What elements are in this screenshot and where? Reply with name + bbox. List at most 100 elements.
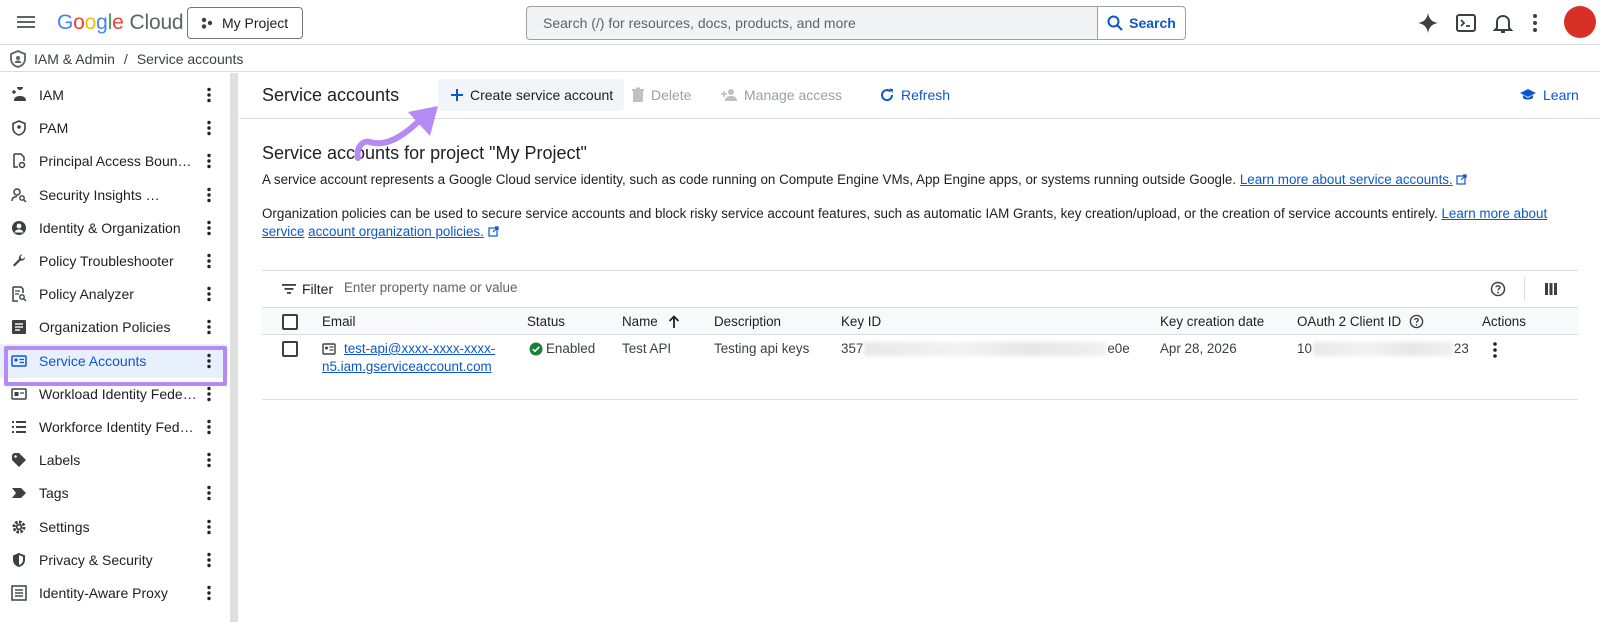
sidebar-item-tags[interactable]: Tags [0, 476, 228, 510]
help-icon[interactable] [1490, 281, 1506, 297]
sidebar-item-label: Identity-Aware Proxy [39, 585, 168, 601]
sidebar-item-policy-troubleshooter[interactable]: Policy Troubleshooter [0, 244, 228, 278]
person-add-icon [12, 87, 26, 101]
sidebar-item-identity-organization[interactable]: Identity & Organization [0, 211, 228, 245]
more-vert-icon[interactable] [203, 452, 215, 468]
person-search-icon [11, 187, 27, 203]
sidebar-item-organization-policies[interactable]: Organization Policies [0, 310, 228, 344]
column-header-oauth-client-id[interactable]: OAuth 2 Client ID [1297, 314, 1424, 329]
table-header: Email Status Name Description Key ID Key… [262, 307, 1578, 335]
sidebar-item-policy-analyzer[interactable]: Policy Analyzer [0, 277, 228, 311]
divider [1524, 277, 1525, 301]
more-vert-icon[interactable] [203, 286, 215, 302]
sidebar-item-privacy-security[interactable]: Privacy & Security [0, 543, 228, 577]
row-actions-more-vert-icon[interactable] [1491, 341, 1499, 359]
filter-input[interactable] [344, 280, 844, 295]
service-account-icon [322, 342, 336, 355]
select-all-checkbox[interactable] [282, 314, 298, 330]
sidebar-item-workforce-identity-fed[interactable]: Workforce Identity Fed… [0, 410, 228, 444]
column-header-name[interactable]: Name [622, 314, 680, 329]
search-button[interactable]: Search [1097, 7, 1185, 39]
breadcrumb-root[interactable]: IAM & Admin [34, 51, 115, 67]
manage-access-button[interactable]: Manage access [720, 79, 842, 111]
more-vert-icon[interactable] [203, 220, 215, 236]
account-circle-icon [12, 220, 26, 235]
sidebar-item-label: Security Insights … [39, 186, 160, 203]
settings-gear-icon [12, 520, 26, 534]
more-vert-icon[interactable] [203, 552, 215, 568]
filter-button[interactable]: Filter [282, 281, 333, 297]
notifications-icon[interactable] [1492, 12, 1514, 34]
key-creation-date-cell: Apr 28, 2026 [1160, 341, 1237, 356]
service-account-email-link[interactable]: test-api@xxxx-xxxx-xxxx- [344, 341, 495, 356]
sidebar-item-pam[interactable]: PAM [0, 111, 228, 145]
more-vert-icon[interactable] [203, 187, 215, 203]
column-header-status[interactable]: Status [527, 314, 565, 329]
external-link-icon [1456, 174, 1468, 185]
top-bar: Google Cloud My Project Search [0, 0, 1600, 45]
service-account-email-link-line2[interactable]: n5.iam.gserviceaccount.com [322, 359, 492, 374]
redacted-client-id [1312, 342, 1453, 357]
sidebar-scrollbar[interactable] [230, 73, 238, 622]
more-vert-icon[interactable] [203, 319, 215, 335]
more-vert-icon[interactable] [203, 419, 215, 435]
sidebar-item-iam[interactable]: IAM [0, 78, 228, 112]
more-vert-icon[interactable] [203, 519, 215, 535]
more-vert-icon[interactable] [203, 120, 215, 136]
sidebar-item-security-insights[interactable]: Security Insights … [0, 178, 228, 212]
sidebar-item-label: IAM [39, 87, 64, 103]
privacy-shield-icon [13, 552, 25, 567]
more-vert-icon[interactable] [203, 153, 215, 169]
learn-more-org-policies-link-part2[interactable]: account organization policies. [308, 224, 484, 239]
sidebar-item-labels[interactable]: Labels [0, 443, 228, 477]
column-header-key-id[interactable]: Key ID [841, 314, 881, 329]
gemini-sparkle-icon[interactable] [1417, 12, 1439, 34]
breadcrumb: IAM & Admin / Service accounts [0, 46, 1600, 72]
project-picker-button[interactable]: My Project [187, 7, 303, 39]
sidebar-item-label: Policy Troubleshooter [39, 253, 174, 269]
trash-icon [632, 87, 644, 102]
sidebar-item-label: Policy Analyzer [39, 286, 134, 303]
learn-button[interactable]: Learn [1519, 79, 1579, 111]
google-cloud-logo[interactable]: Google Cloud [57, 11, 184, 35]
sidebar-item-label: Identity & Organization [39, 219, 181, 236]
sidebar-item-label: Principal Access Boun… [39, 153, 192, 170]
column-header-key-creation-date[interactable]: Key creation date [1160, 314, 1264, 329]
column-header-email[interactable]: Email [322, 314, 355, 329]
menu-icon[interactable] [16, 12, 36, 32]
filter-list-icon [282, 284, 296, 294]
more-vert-icon[interactable] [1530, 12, 1540, 34]
search-icon [1107, 15, 1123, 31]
sidebar-item-identity-aware-proxy[interactable]: Identity-Aware Proxy [0, 576, 228, 610]
refresh-button[interactable]: Refresh [879, 79, 950, 111]
help-icon[interactable] [1409, 314, 1424, 329]
more-vert-icon[interactable] [203, 585, 215, 601]
label-icon [12, 453, 26, 468]
check-circle-icon [529, 342, 543, 355]
article-icon [12, 320, 26, 335]
sidebar-item-label: Labels [39, 452, 81, 469]
search-input[interactable] [527, 7, 1097, 39]
cloud-shell-icon[interactable] [1455, 12, 1477, 34]
oauth-client-id-cell: 10 23 [1297, 341, 1469, 357]
status-badge: Enabled [546, 341, 596, 356]
wrench-icon [13, 254, 26, 267]
learn-more-service-accounts-link[interactable]: Learn more about service accounts. [1240, 172, 1453, 187]
more-vert-icon[interactable] [203, 386, 215, 402]
column-header-description[interactable]: Description [714, 314, 781, 329]
policy-icon [13, 153, 26, 169]
sidebar-item-settings[interactable]: Settings [0, 510, 228, 544]
list-icon [12, 421, 26, 433]
more-vert-icon[interactable] [203, 485, 215, 501]
column-display-icon[interactable] [1544, 282, 1558, 296]
create-service-account-button[interactable]: Create service account [438, 79, 624, 111]
more-vert-icon[interactable] [203, 253, 215, 269]
delete-button[interactable]: Delete [631, 79, 691, 111]
project-nodes-icon [201, 17, 213, 29]
project-name: My Project [222, 15, 289, 31]
more-vert-icon[interactable] [203, 87, 215, 103]
row-checkbox[interactable] [282, 341, 298, 357]
avatar[interactable] [1564, 6, 1596, 38]
id-card-icon [11, 388, 27, 400]
sidebar-item-principal-access-boun[interactable]: Principal Access Boun… [0, 144, 228, 178]
